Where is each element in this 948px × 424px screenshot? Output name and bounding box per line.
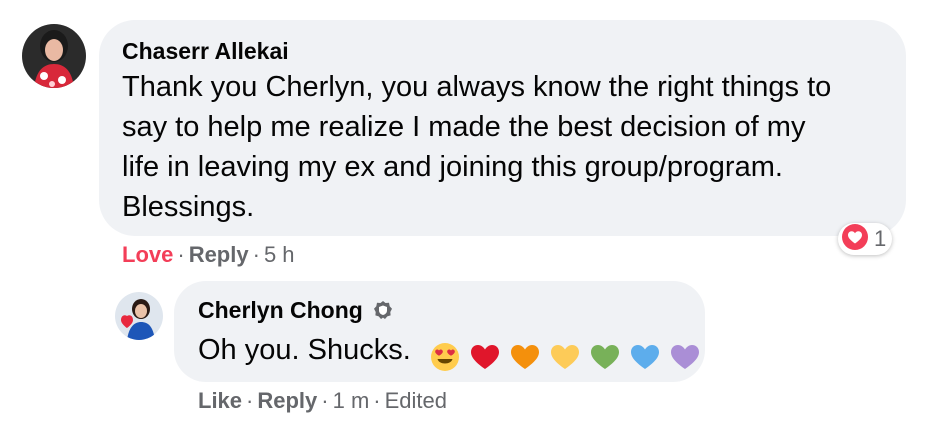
- red-heart-emoji: [470, 345, 499, 370]
- reaction-badge[interactable]: 1: [838, 223, 893, 256]
- like-button[interactable]: Like: [198, 388, 242, 413]
- comment-text: Thank you Cherlyn, you always know the r…: [122, 67, 902, 227]
- blue-heart-emoji: [631, 345, 660, 370]
- comment-author[interactable]: Chaserr Allekai: [122, 38, 289, 65]
- shield-badge-icon: [373, 299, 393, 326]
- comment-line: life in leaving my ex and joining this g…: [122, 151, 783, 183]
- love-button[interactable]: Love: [122, 242, 173, 267]
- reply-author[interactable]: Cherlyn Chong: [198, 297, 393, 326]
- comment-timestamp[interactable]: 5 h: [264, 242, 295, 267]
- reaction-count: 1: [874, 226, 887, 251]
- avatar-chaserr[interactable]: [22, 24, 86, 88]
- yellow-heart-emoji: [551, 345, 580, 370]
- reply-reply-button[interactable]: Reply: [257, 388, 317, 413]
- reply-text: Oh you. Shucks.: [198, 330, 701, 376]
- edited-label[interactable]: Edited: [385, 388, 447, 413]
- reply-button[interactable]: Reply: [189, 242, 249, 267]
- love-reaction-icon: [841, 223, 869, 256]
- comment-line: say to help me realize I made the best d…: [122, 111, 806, 143]
- green-heart-emoji: [591, 345, 620, 370]
- avatar-cherlyn[interactable]: [115, 292, 163, 340]
- reply-timestamp[interactable]: 1 m: [333, 388, 370, 413]
- purple-heart-emoji: [671, 345, 700, 370]
- comment-line: Blessings.: [122, 191, 255, 223]
- reply-emojis: [429, 336, 701, 376]
- reply-actions: Like · Reply · 1 m · Edited: [198, 388, 448, 413]
- comment-line: Thank you Cherlyn, you always know the r…: [122, 71, 832, 103]
- heart-eyes-emoji: [430, 343, 459, 372]
- comment-actions: Love · Reply · 5 h: [122, 242, 295, 267]
- orange-heart-emoji: [510, 345, 539, 370]
